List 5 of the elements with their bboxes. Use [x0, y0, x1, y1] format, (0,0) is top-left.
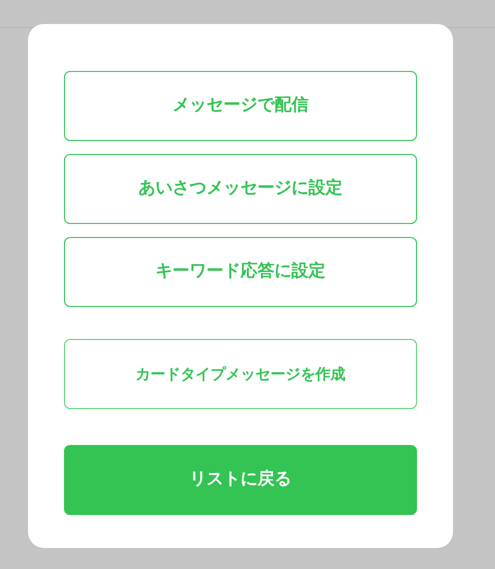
action-button[interactable]: カードタイプメッセージを作成	[64, 339, 417, 409]
action-button[interactable]: あいさつメッセージに設定	[64, 154, 417, 224]
action-button[interactable]: リストに戻る	[64, 445, 417, 515]
action-button[interactable]: キーワード応答に設定	[64, 237, 417, 307]
action-button[interactable]: メッセージで配信	[64, 71, 417, 141]
